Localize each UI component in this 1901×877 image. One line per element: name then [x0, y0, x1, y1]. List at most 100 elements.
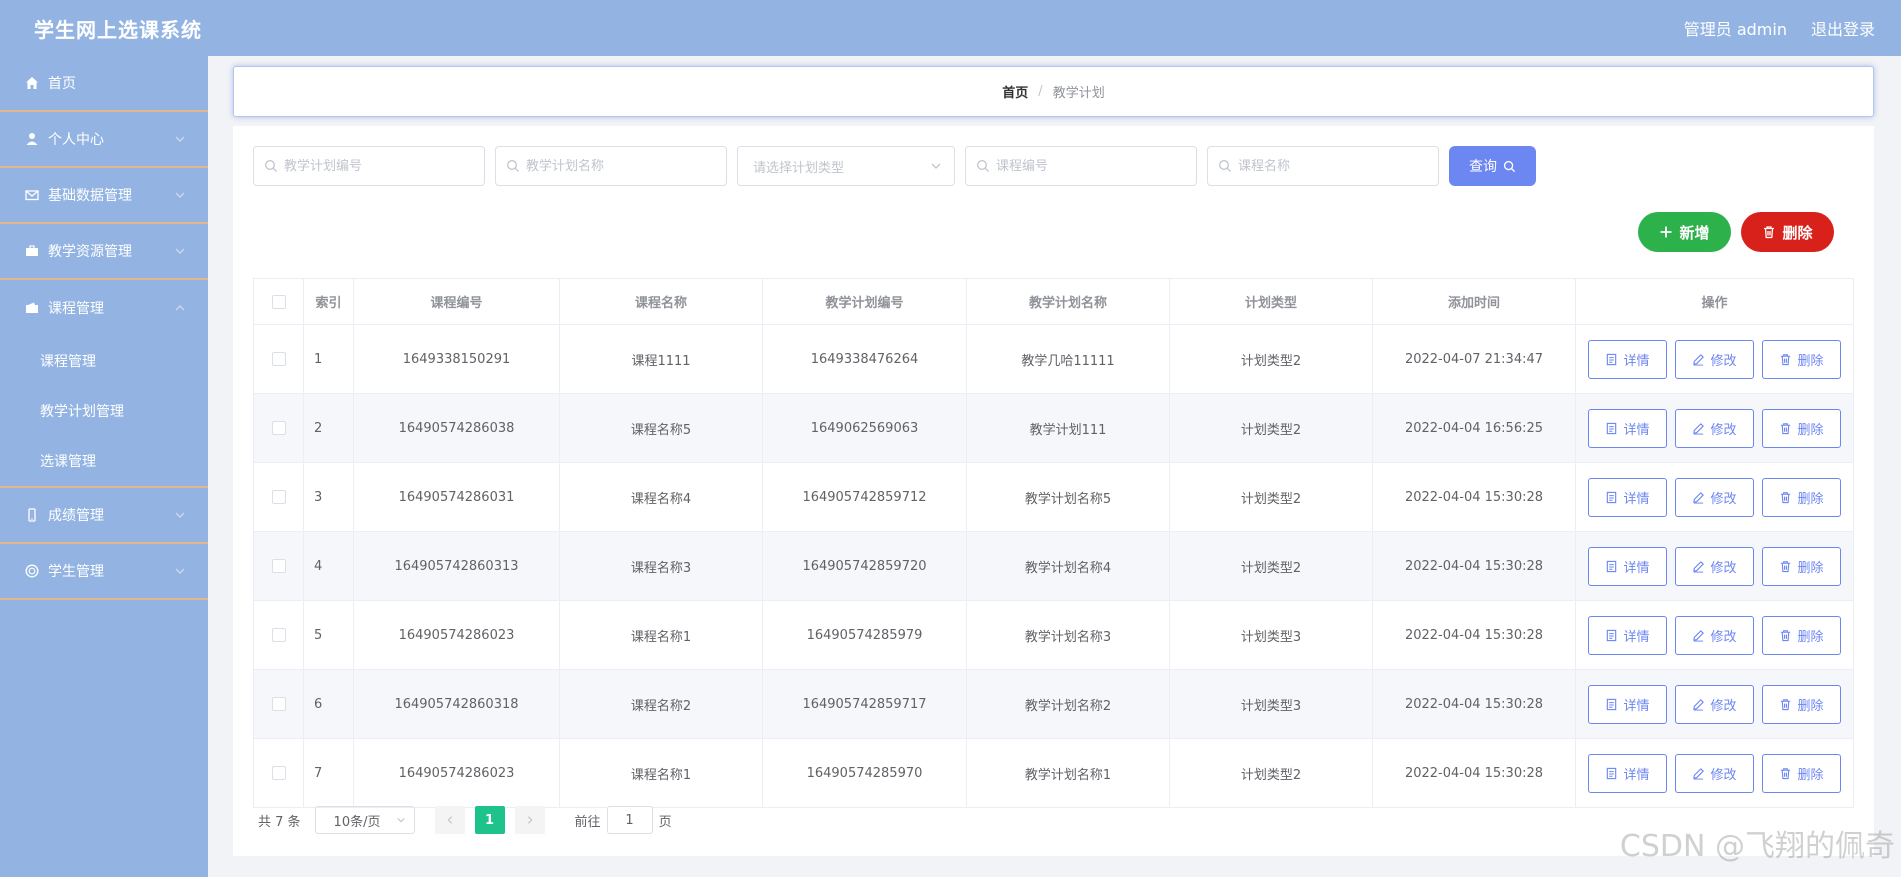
search-icon	[265, 160, 277, 172]
edit-button[interactable]: 修改	[1675, 477, 1754, 517]
sidebar-item-course-management[interactable]: 课程管理	[0, 280, 208, 336]
row-select-cell[interactable]	[253, 393, 304, 463]
sidebar-item-basic-data[interactable]: 基础数据管理	[0, 168, 208, 224]
row-checkbox[interactable]	[271, 697, 286, 711]
page-number-button[interactable]: 1	[474, 806, 505, 834]
row-select-cell[interactable]	[253, 669, 304, 739]
row-select-cell[interactable]	[253, 462, 304, 532]
sidebar-item-teaching-resources[interactable]: 教学资源管理	[0, 224, 208, 280]
home-icon	[24, 75, 40, 91]
cell-course-no: 16490574286031	[353, 462, 560, 532]
table-row: 2 16490574286038 课程名称5 1649062569063 教学计划111…	[253, 393, 1854, 463]
query-button[interactable]: 查询	[1449, 146, 1536, 186]
cell-index: 5	[303, 600, 354, 670]
search-icon	[1503, 160, 1516, 172]
sidebar-item-personal-center[interactable]: 个人中心	[0, 112, 208, 168]
sidebar-item-grades[interactable]: 成绩管理	[0, 488, 208, 544]
select-all-cell[interactable]	[253, 278, 304, 325]
prev-page-button[interactable]	[434, 806, 465, 834]
cell-operations: 详情 修改 删除	[1575, 669, 1854, 739]
course-no-search[interactable]	[965, 146, 1197, 186]
trash-icon	[1781, 353, 1791, 365]
breadcrumb-home[interactable]: 首页	[1002, 82, 1028, 101]
sidebar-subitem-teaching-plan[interactable]: 教学计划管理	[0, 386, 208, 436]
main-area: 首页 / 教学计划 请选择计划类型	[208, 56, 1901, 877]
edit-button[interactable]: 修改	[1675, 546, 1754, 586]
page-size-select[interactable]: 10条/页	[314, 806, 415, 834]
row-delete-button[interactable]: 删除	[1762, 615, 1841, 655]
sidebar-item-students[interactable]: 学生管理	[0, 544, 208, 600]
course-name-input[interactable]	[1238, 158, 1418, 174]
cell-course-no: 16490574286038	[353, 393, 560, 463]
sidebar-subitem-course-selection[interactable]: 选课管理	[0, 436, 208, 486]
sidebar-item-label: 学生管理	[48, 564, 104, 580]
row-delete-button[interactable]: 删除	[1762, 339, 1841, 379]
plan-type-select[interactable]: 请选择计划类型	[737, 146, 955, 186]
sidebar-subitem-course-management[interactable]: 课程管理	[0, 336, 208, 386]
row-delete-button[interactable]: 删除	[1762, 477, 1841, 517]
edit-icon	[1693, 698, 1705, 711]
chevron-down-icon	[174, 189, 186, 201]
cell-course-name: 课程名称1	[559, 738, 763, 808]
cell-plan-no: 1649062569063	[762, 393, 967, 463]
bulk-delete-button[interactable]: 删除	[1741, 212, 1834, 252]
row-delete-button[interactable]: 删除	[1762, 684, 1841, 724]
column-header: 添加时间	[1372, 278, 1576, 325]
trash-icon	[1781, 629, 1791, 641]
row-select-cell[interactable]	[253, 600, 304, 670]
row-select-cell[interactable]	[253, 738, 304, 808]
cell-time: 2022-04-04 15:30:28	[1372, 669, 1576, 739]
row-checkbox[interactable]	[271, 628, 286, 642]
plan-no-search[interactable]	[253, 146, 485, 186]
row-checkbox[interactable]	[271, 352, 286, 366]
edit-button[interactable]: 修改	[1675, 684, 1754, 724]
cell-plan-name: 教学计划名称2	[966, 669, 1170, 739]
sidebar-item-home[interactable]: 首页	[0, 56, 208, 112]
row-checkbox[interactable]	[271, 766, 286, 780]
app-title: 学生网上选课系统	[34, 17, 202, 42]
plan-no-input[interactable]	[284, 158, 464, 174]
goto-page-input[interactable]	[606, 806, 653, 834]
row-checkbox[interactable]	[271, 490, 286, 504]
detail-button[interactable]: 详情	[1588, 339, 1667, 379]
row-select-cell[interactable]	[253, 324, 304, 394]
cell-index: 4	[303, 531, 354, 601]
cell-course-no: 164905742860313	[353, 531, 560, 601]
detail-button[interactable]: 详情	[1588, 546, 1667, 586]
select-all-checkbox[interactable]	[271, 294, 286, 309]
detail-button[interactable]: 详情	[1588, 477, 1667, 517]
row-delete-button[interactable]: 删除	[1762, 753, 1841, 793]
row-delete-button[interactable]: 删除	[1762, 408, 1841, 448]
plan-name-input[interactable]	[526, 158, 706, 174]
plan-name-search[interactable]	[495, 146, 727, 186]
detail-button[interactable]: 详情	[1588, 615, 1667, 655]
row-checkbox[interactable]	[271, 421, 286, 435]
trash-icon	[1764, 226, 1775, 239]
wallet-icon	[24, 300, 40, 316]
course-no-input[interactable]	[996, 158, 1176, 174]
edit-button[interactable]: 修改	[1675, 615, 1754, 655]
edit-button[interactable]: 修改	[1675, 339, 1754, 379]
cell-operations: 详情 修改 删除	[1575, 324, 1854, 394]
add-button[interactable]: 新增	[1638, 212, 1731, 252]
detail-button[interactable]: 详情	[1588, 753, 1667, 793]
detail-label: 详情	[1623, 629, 1650, 645]
row-delete-label: 删除	[1797, 491, 1824, 507]
cell-index: 2	[303, 393, 354, 463]
edit-button[interactable]: 修改	[1675, 753, 1754, 793]
logout-link[interactable]: 退出登录	[1811, 16, 1875, 40]
edit-button[interactable]: 修改	[1675, 408, 1754, 448]
document-icon	[1607, 767, 1617, 779]
chevron-right-icon	[527, 816, 533, 824]
row-select-cell[interactable]	[253, 531, 304, 601]
course-name-search[interactable]	[1207, 146, 1439, 186]
detail-button[interactable]: 详情	[1588, 684, 1667, 724]
edit-icon	[1693, 767, 1705, 780]
row-checkbox[interactable]	[271, 559, 286, 573]
detail-button[interactable]: 详情	[1588, 408, 1667, 448]
next-page-button[interactable]	[514, 806, 545, 834]
document-icon	[1607, 491, 1617, 503]
delete-label: 删除	[1782, 223, 1813, 242]
row-delete-button[interactable]: 删除	[1762, 546, 1841, 586]
admin-user-label[interactable]: 管理员 admin	[1684, 16, 1787, 40]
